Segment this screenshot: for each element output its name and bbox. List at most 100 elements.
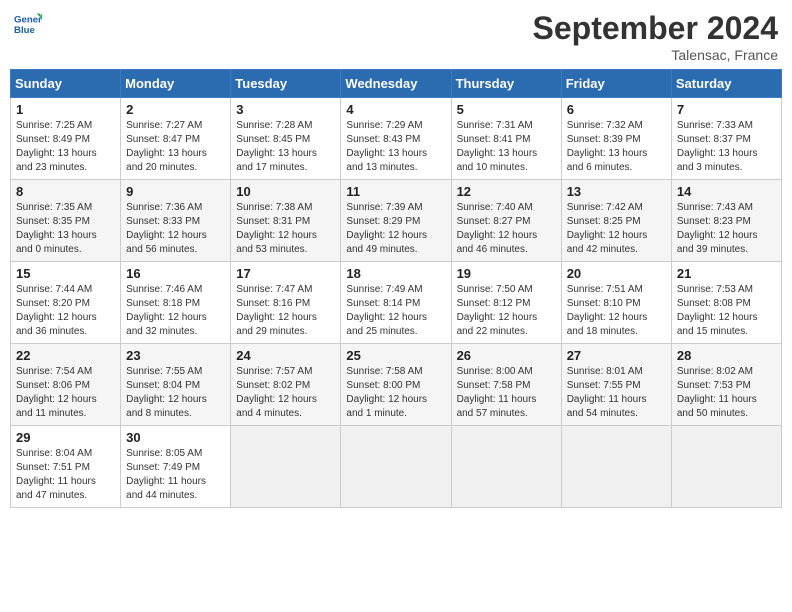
day-info: Sunrise: 7:39 AM Sunset: 8:29 PM Dayligh… <box>346 201 445 257</box>
calendar-day-header: Tuesday <box>231 70 341 98</box>
day-info: Sunrise: 7:44 AM Sunset: 8:20 PM Dayligh… <box>16 283 115 339</box>
calendar-day-header: Thursday <box>451 70 561 98</box>
calendar-day-cell: 30 Sunrise: 8:05 AM Sunset: 7:49 PM Dayli… <box>121 426 231 508</box>
day-info: Sunrise: 7:40 AM Sunset: 8:27 PM Dayligh… <box>457 201 556 257</box>
day-number: 30 <box>126 430 225 445</box>
calendar-day-cell <box>231 426 341 508</box>
calendar-week-row: 29 Sunrise: 8:04 AM Sunset: 7:51 PM Dayli… <box>11 426 782 508</box>
calendar-day-cell: 1 Sunrise: 7:25 AM Sunset: 8:49 PM Daylig… <box>11 98 121 180</box>
calendar-day-cell: 27 Sunrise: 8:01 AM Sunset: 7:55 PM Dayli… <box>561 344 671 426</box>
calendar-day-cell: 13 Sunrise: 7:42 AM Sunset: 8:25 PM Dayli… <box>561 180 671 262</box>
calendar-day-cell: 17 Sunrise: 7:47 AM Sunset: 8:16 PM Dayli… <box>231 262 341 344</box>
day-number: 24 <box>236 348 335 363</box>
day-info: Sunrise: 7:28 AM Sunset: 8:45 PM Dayligh… <box>236 119 335 175</box>
day-info: Sunrise: 8:01 AM Sunset: 7:55 PM Dayligh… <box>567 365 666 421</box>
day-number: 14 <box>677 184 776 199</box>
calendar-day-cell <box>451 426 561 508</box>
calendar-day-cell: 8Sunrise: 7:35 AM Sunset: 8:35 PM Daylig… <box>11 180 121 262</box>
day-info: Sunrise: 7:58 AM Sunset: 8:00 PM Dayligh… <box>346 365 445 421</box>
day-number: 22 <box>16 348 115 363</box>
day-info: Sunrise: 7:50 AM Sunset: 8:12 PM Dayligh… <box>457 283 556 339</box>
location: Talensac, France <box>533 47 778 63</box>
svg-text:General: General <box>14 14 42 25</box>
day-info: Sunrise: 7:43 AM Sunset: 8:23 PM Dayligh… <box>677 201 776 257</box>
day-number: 12 <box>457 184 556 199</box>
day-number: 16 <box>126 266 225 281</box>
day-number: 29 <box>16 430 115 445</box>
calendar-header-row: SundayMondayTuesdayWednesdayThursdayFrid… <box>11 70 782 98</box>
day-number: 17 <box>236 266 335 281</box>
calendar-day-header: Wednesday <box>341 70 451 98</box>
calendar-day-cell: 24 Sunrise: 7:57 AM Sunset: 8:02 PM Dayli… <box>231 344 341 426</box>
day-number: 10 <box>236 184 335 199</box>
day-info: Sunrise: 7:29 AM Sunset: 8:43 PM Dayligh… <box>346 119 445 175</box>
day-number: 26 <box>457 348 556 363</box>
day-info: Sunrise: 7:42 AM Sunset: 8:25 PM Dayligh… <box>567 201 666 257</box>
day-info: Sunrise: 7:55 AM Sunset: 8:04 PM Dayligh… <box>126 365 225 421</box>
day-number: 21 <box>677 266 776 281</box>
calendar-day-header: Monday <box>121 70 231 98</box>
calendar-table: SundayMondayTuesdayWednesdayThursdayFrid… <box>10 69 782 508</box>
calendar-day-cell <box>561 426 671 508</box>
calendar-day-cell: 18 Sunrise: 7:49 AM Sunset: 8:14 PM Dayli… <box>341 262 451 344</box>
day-info: Sunrise: 7:27 AM Sunset: 8:47 PM Dayligh… <box>126 119 225 175</box>
calendar-day-cell: 9 Sunrise: 7:36 AM Sunset: 8:33 PM Daylig… <box>121 180 231 262</box>
calendar-day-cell <box>671 426 781 508</box>
day-number: 13 <box>567 184 666 199</box>
calendar-day-cell: 20Sunrise: 7:51 AM Sunset: 8:10 PM Dayli… <box>561 262 671 344</box>
day-info: Sunrise: 7:31 AM Sunset: 8:41 PM Dayligh… <box>457 119 556 175</box>
day-info: Sunrise: 7:36 AM Sunset: 8:33 PM Dayligh… <box>126 201 225 257</box>
calendar-day-header: Sunday <box>11 70 121 98</box>
calendar-day-cell: 23Sunrise: 7:55 AM Sunset: 8:04 PM Dayli… <box>121 344 231 426</box>
day-info: Sunrise: 7:47 AM Sunset: 8:16 PM Dayligh… <box>236 283 335 339</box>
calendar-day-cell: 7Sunrise: 7:33 AM Sunset: 8:37 PM Daylig… <box>671 98 781 180</box>
day-number: 6 <box>567 102 666 117</box>
day-number: 9 <box>126 184 225 199</box>
day-info: Sunrise: 7:46 AM Sunset: 8:18 PM Dayligh… <box>126 283 225 339</box>
day-number: 4 <box>346 102 445 117</box>
day-info: Sunrise: 8:05 AM Sunset: 7:49 PM Dayligh… <box>126 447 225 503</box>
calendar-day-cell: 29 Sunrise: 8:04 AM Sunset: 7:51 PM Dayli… <box>11 426 121 508</box>
day-info: Sunrise: 7:54 AM Sunset: 8:06 PM Dayligh… <box>16 365 115 421</box>
day-info: Sunrise: 7:25 AM Sunset: 8:49 PM Dayligh… <box>16 119 115 175</box>
calendar-day-cell: 21Sunrise: 7:53 AM Sunset: 8:08 PM Dayli… <box>671 262 781 344</box>
calendar-week-row: 8Sunrise: 7:35 AM Sunset: 8:35 PM Daylig… <box>11 180 782 262</box>
calendar-day-cell: 11 Sunrise: 7:39 AM Sunset: 8:29 PM Dayli… <box>341 180 451 262</box>
calendar-day-cell: 3 Sunrise: 7:28 AM Sunset: 8:45 PM Daylig… <box>231 98 341 180</box>
day-number: 27 <box>567 348 666 363</box>
logo-icon: General Blue <box>14 10 42 38</box>
day-info: Sunrise: 7:51 AM Sunset: 8:10 PM Dayligh… <box>567 283 666 339</box>
day-number: 3 <box>236 102 335 117</box>
day-info: Sunrise: 7:49 AM Sunset: 8:14 PM Dayligh… <box>346 283 445 339</box>
calendar-day-cell: 15 Sunrise: 7:44 AM Sunset: 8:20 PM Dayli… <box>11 262 121 344</box>
calendar-day-cell: 5Sunrise: 7:31 AM Sunset: 8:41 PM Daylig… <box>451 98 561 180</box>
day-number: 15 <box>16 266 115 281</box>
calendar-day-cell: 25 Sunrise: 7:58 AM Sunset: 8:00 PM Dayli… <box>341 344 451 426</box>
calendar-day-cell: 4 Sunrise: 7:29 AM Sunset: 8:43 PM Daylig… <box>341 98 451 180</box>
day-info: Sunrise: 7:38 AM Sunset: 8:31 PM Dayligh… <box>236 201 335 257</box>
calendar-day-cell: 6Sunrise: 7:32 AM Sunset: 8:39 PM Daylig… <box>561 98 671 180</box>
calendar-day-cell: 28Sunrise: 8:02 AM Sunset: 7:53 PM Dayli… <box>671 344 781 426</box>
calendar-day-cell: 26 Sunrise: 8:00 AM Sunset: 7:58 PM Dayli… <box>451 344 561 426</box>
calendar-day-cell: 22 Sunrise: 7:54 AM Sunset: 8:06 PM Dayli… <box>11 344 121 426</box>
day-number: 1 <box>16 102 115 117</box>
day-info: Sunrise: 8:04 AM Sunset: 7:51 PM Dayligh… <box>16 447 115 503</box>
svg-text:Blue: Blue <box>14 25 35 36</box>
day-info: Sunrise: 7:35 AM Sunset: 8:35 PM Dayligh… <box>16 201 115 257</box>
calendar-day-cell: 14 Sunrise: 7:43 AM Sunset: 8:23 PM Dayli… <box>671 180 781 262</box>
calendar-day-header: Saturday <box>671 70 781 98</box>
day-info: Sunrise: 8:02 AM Sunset: 7:53 PM Dayligh… <box>677 365 776 421</box>
calendar-day-cell: 10 Sunrise: 7:38 AM Sunset: 8:31 PM Dayli… <box>231 180 341 262</box>
calendar-day-header: Friday <box>561 70 671 98</box>
page-header: General Blue September 2024 Talensac, Fr… <box>10 10 782 63</box>
day-info: Sunrise: 7:57 AM Sunset: 8:02 PM Dayligh… <box>236 365 335 421</box>
day-number: 18 <box>346 266 445 281</box>
day-number: 2 <box>126 102 225 117</box>
day-info: Sunrise: 8:00 AM Sunset: 7:58 PM Dayligh… <box>457 365 556 421</box>
day-number: 7 <box>677 102 776 117</box>
calendar-week-row: 15 Sunrise: 7:44 AM Sunset: 8:20 PM Dayli… <box>11 262 782 344</box>
calendar-week-row: 22 Sunrise: 7:54 AM Sunset: 8:06 PM Dayli… <box>11 344 782 426</box>
day-number: 25 <box>346 348 445 363</box>
title-block: September 2024 Talensac, France <box>533 10 778 63</box>
day-number: 11 <box>346 184 445 199</box>
